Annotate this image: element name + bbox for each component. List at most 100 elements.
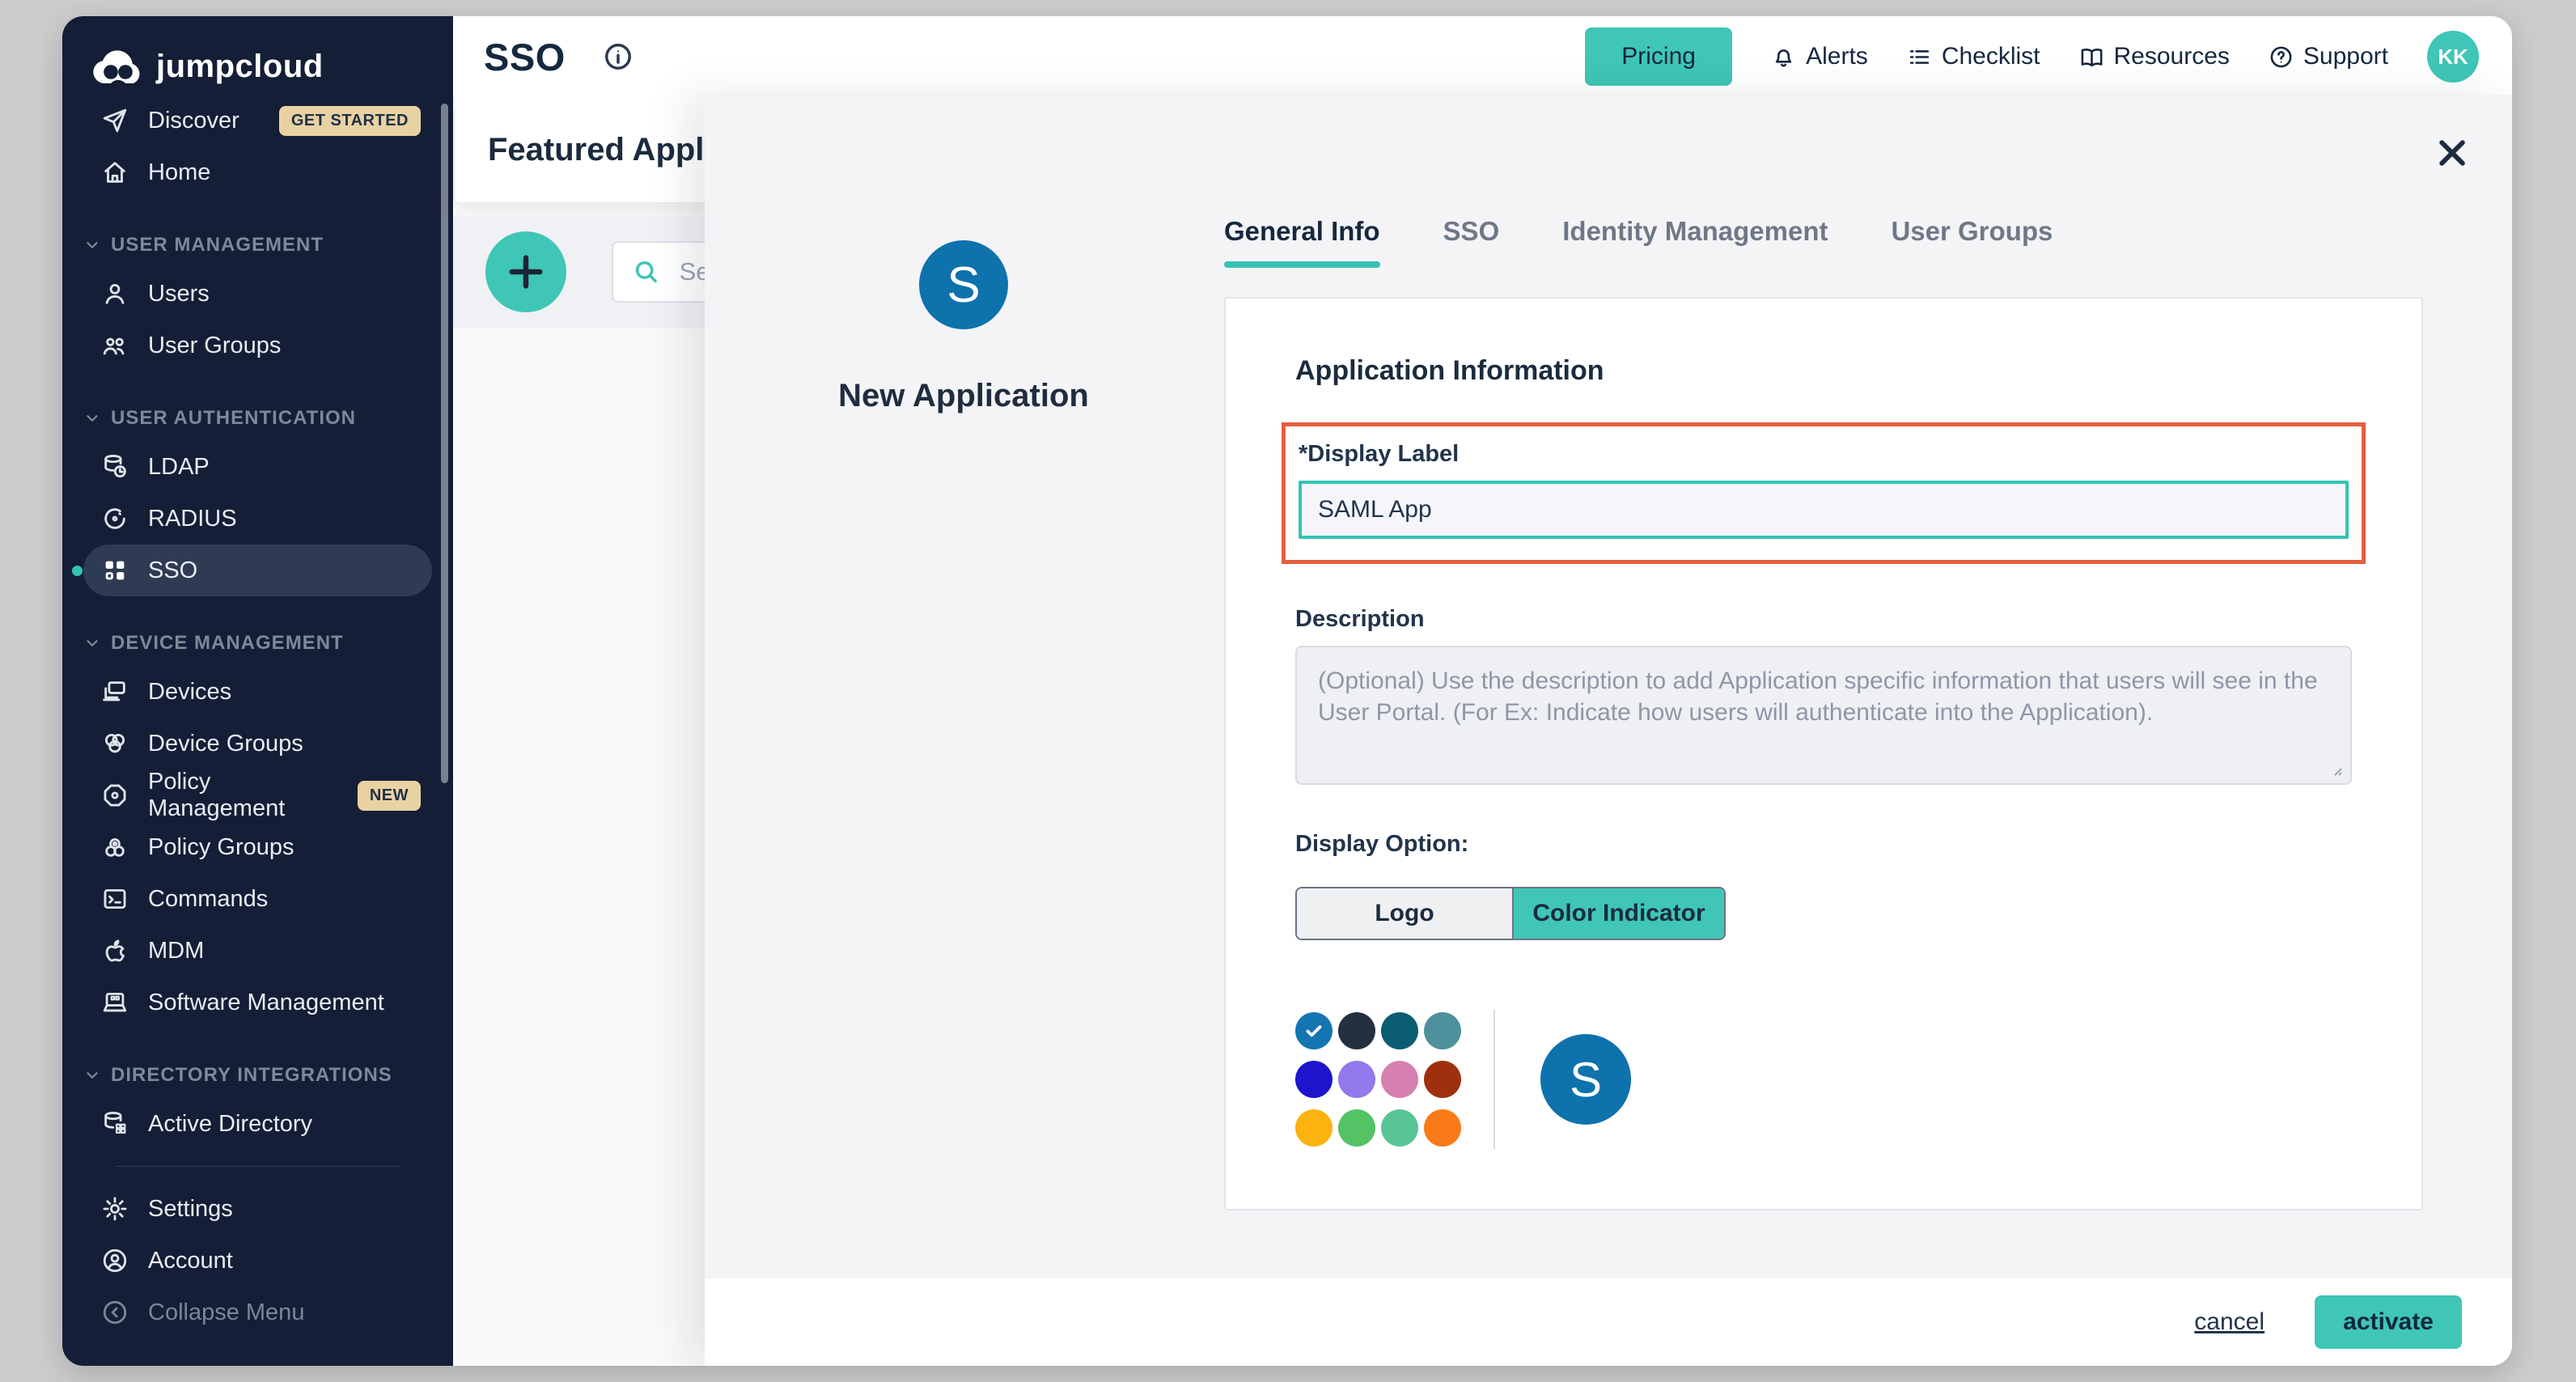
sidebar-item-commands[interactable]: Commands — [83, 873, 432, 925]
display-label-highlight: *Display Label — [1282, 422, 2366, 564]
sidebar-item-discover[interactable]: Discover GET STARTED — [83, 95, 432, 146]
color-swatch[interactable] — [1381, 1012, 1418, 1049]
modal-footer: cancel activate — [705, 1278, 2512, 1366]
sidebar-item-policy-management[interactable]: Policy Management NEW — [83, 769, 432, 821]
sidebar-item-users[interactable]: Users — [83, 268, 432, 320]
color-swatch-selected[interactable] — [1295, 1012, 1332, 1049]
display-label-label: *Display Label — [1299, 441, 2349, 468]
color-swatch[interactable] — [1338, 1012, 1375, 1049]
section-user-authentication[interactable]: USER AUTHENTICATION — [83, 396, 432, 441]
sidebar-item-device-groups[interactable]: Device Groups — [83, 718, 432, 769]
checklist-icon — [1907, 45, 1932, 70]
tab-user-groups[interactable]: User Groups — [1891, 216, 2053, 268]
section-user-management[interactable]: USER MANAGEMENT — [83, 223, 432, 268]
sidebar-item-ldap[interactable]: LDAP — [83, 441, 432, 493]
bell-icon — [1771, 45, 1796, 70]
divider — [116, 1166, 400, 1167]
check-icon — [1303, 1020, 1324, 1041]
display-label-input[interactable] — [1299, 481, 2349, 539]
sidebar-item-sso[interactable]: SSO — [83, 545, 432, 596]
display-option-label: Display Option: — [1295, 831, 2352, 858]
sidebar-item-policy-groups[interactable]: Policy Groups — [83, 821, 432, 873]
database-clock-icon — [101, 453, 129, 481]
display-option-toggle: Logo Color Indicator — [1295, 887, 1726, 940]
info-icon[interactable] — [603, 41, 633, 72]
page-title: SSO — [484, 35, 566, 79]
color-indicator-preview: S — [1540, 1034, 1631, 1125]
color-swatch[interactable] — [1424, 1061, 1461, 1098]
sidebar-item-settings[interactable]: Settings — [83, 1183, 432, 1235]
new-badge: NEW — [358, 781, 421, 811]
chevron-down-icon — [83, 236, 101, 254]
support-button[interactable]: Support — [2269, 43, 2388, 70]
jumpcloud-cloud-icon — [91, 49, 145, 85]
chevron-down-icon — [83, 409, 101, 427]
tab-general-info[interactable]: General Info — [1224, 216, 1380, 268]
sidebar-scrollbar[interactable] — [441, 104, 448, 783]
user-group-icon — [101, 332, 129, 359]
divider — [1493, 1010, 1495, 1149]
get-started-badge: GET STARTED — [279, 106, 421, 136]
sso-grid-icon — [101, 557, 129, 584]
sidebar-item-account[interactable]: Account — [83, 1235, 432, 1287]
jumpcloud-logo: jumpcloud — [62, 16, 453, 85]
sidebar-item-devices[interactable]: Devices — [83, 666, 432, 718]
pricing-button[interactable]: Pricing — [1585, 28, 1732, 86]
policy-groups-icon — [101, 833, 129, 861]
activate-button[interactable]: activate — [2315, 1295, 2462, 1349]
collapse-arrow-icon — [101, 1299, 129, 1326]
alerts-button[interactable]: Alerts — [1771, 43, 1868, 70]
sidebar-item-user-groups[interactable]: User Groups — [83, 320, 432, 371]
sidebar-item-active-directory[interactable]: Active Directory — [83, 1098, 432, 1150]
close-button[interactable] — [2434, 135, 2470, 171]
color-swatch[interactable] — [1295, 1061, 1332, 1098]
sidebar-item-collapse-menu[interactable]: Collapse Menu — [83, 1287, 432, 1338]
gear-icon — [101, 1195, 129, 1223]
description-label: Description — [1295, 606, 2352, 633]
sidebar-item-label: Discover — [148, 108, 239, 134]
color-swatch[interactable] — [1338, 1109, 1375, 1147]
home-icon — [101, 159, 129, 186]
section-directory-integrations[interactable]: DIRECTORY INTEGRATIONS — [83, 1053, 432, 1098]
toggle-color-indicator[interactable]: Color Indicator — [1514, 888, 1724, 939]
tab-sso[interactable]: SSO — [1443, 216, 1500, 268]
description-textarea[interactable] — [1295, 646, 2352, 785]
sidebar-item-radius[interactable]: RADIUS — [83, 493, 432, 545]
terminal-icon — [101, 885, 129, 913]
color-swatch[interactable] — [1381, 1061, 1418, 1098]
octagon-dot-icon — [101, 782, 129, 809]
add-application-button[interactable] — [485, 231, 566, 312]
sidebar-nav: Discover GET STARTED Home USER MANAGEMEN… — [62, 85, 453, 1155]
application-information-card: Application Information *Display Label D… — [1224, 297, 2423, 1210]
sidebar-footer: Settings Account Collapse Menu — [62, 1155, 453, 1366]
radius-dial-icon — [101, 505, 129, 532]
sidebar-item-mdm[interactable]: MDM — [83, 925, 432, 977]
cancel-button[interactable]: cancel — [2189, 1308, 2269, 1337]
devices-icon — [101, 678, 129, 706]
checklist-button[interactable]: Checklist — [1907, 43, 2040, 70]
sidebar-item-label: Home — [148, 159, 210, 186]
book-icon — [2079, 45, 2104, 70]
color-swatch[interactable] — [1295, 1109, 1332, 1147]
color-swatch[interactable] — [1338, 1061, 1375, 1098]
header-actions: Pricing Alerts Checklist Resources Suppo… — [1585, 28, 2479, 86]
resources-button[interactable]: Resources — [2079, 43, 2230, 70]
sidebar: jumpcloud Discover GET STARTED Home USER… — [62, 16, 453, 1366]
sidebar-item-software-management[interactable]: Software Management — [83, 977, 432, 1028]
section-device-management[interactable]: DEVICE MANAGEMENT — [83, 621, 432, 666]
sidebar-item-home[interactable]: Home — [83, 146, 432, 198]
user-avatar[interactable]: KK — [2427, 31, 2479, 83]
app-window: jumpcloud Discover GET STARTED Home USER… — [62, 16, 2512, 1366]
color-swatch[interactable] — [1424, 1012, 1461, 1049]
active-directory-icon — [101, 1110, 129, 1138]
tab-identity-management[interactable]: Identity Management — [1562, 216, 1828, 268]
account-icon — [101, 1247, 129, 1274]
color-swatch[interactable] — [1424, 1109, 1461, 1147]
rocket-icon — [101, 107, 129, 134]
card-title: Application Information — [1295, 355, 2352, 387]
color-swatch[interactable] — [1381, 1109, 1418, 1147]
apple-icon — [101, 937, 129, 964]
active-dot — [72, 566, 83, 576]
toggle-logo[interactable]: Logo — [1297, 888, 1514, 939]
application-name: New Application — [838, 378, 1089, 414]
